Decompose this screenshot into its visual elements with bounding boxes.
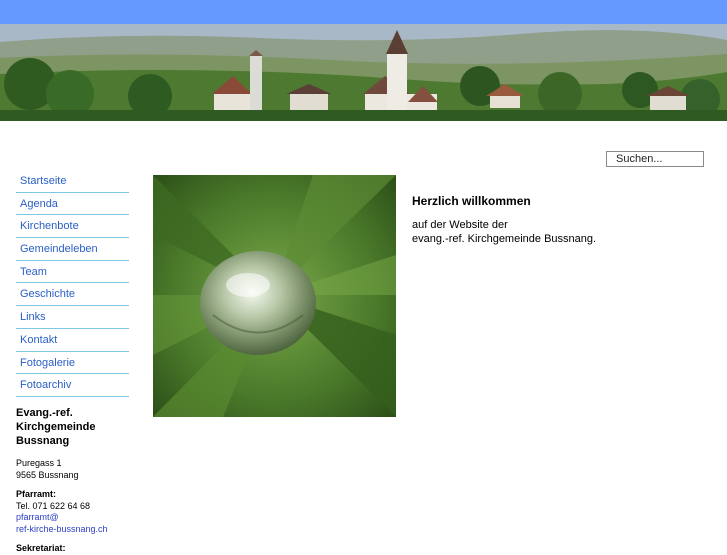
- nav-item-startseite[interactable]: Startseite: [16, 170, 129, 193]
- leaf-waterdrop-image: [153, 175, 396, 417]
- pfarramt-phone: Tel. 071 622 64 68: [16, 500, 91, 511]
- nav-item-kontakt[interactable]: Kontakt: [16, 329, 129, 352]
- top-bar: [0, 0, 727, 24]
- village-landscape-image: [0, 24, 727, 121]
- welcome-title: Herzlich willkommen: [412, 194, 531, 208]
- nav-item-fotoarchiv[interactable]: Fotoarchiv: [16, 374, 129, 397]
- welcome-text-line2: evang.-ref. Kirchgemeinde Bussnang.: [412, 233, 597, 245]
- search-input[interactable]: [606, 151, 704, 167]
- welcome-text-line1: auf der Website der: [412, 219, 508, 231]
- nav-item-links[interactable]: Links: [16, 306, 129, 329]
- city: 9565 Bussnang: [16, 469, 79, 480]
- organization-name-line1: Evang.-ref.: [16, 407, 73, 419]
- email-line2: ref-kirche-bussnang.ch: [16, 523, 108, 534]
- nav-item-agenda[interactable]: Agenda: [16, 193, 129, 216]
- nav-item-gemeindeleben[interactable]: Gemeindeleben: [16, 238, 129, 261]
- nav-item-fotogalerie[interactable]: Fotogalerie: [16, 352, 129, 375]
- welcome-section: Herzlich willkommen auf der Website der …: [412, 194, 712, 246]
- street: Puregass 1: [16, 458, 62, 468]
- nav-item-geschichte[interactable]: Geschichte: [16, 283, 129, 307]
- organization-name-line2: Kirchgemeinde Bussnang: [16, 421, 96, 447]
- contact-address: Evang.-ref. Kirchgemeinde Bussnang Pureg…: [16, 406, 146, 555]
- sidebar-nav: Startseite Agenda Kirchenbote Gemeindele…: [16, 170, 129, 397]
- pfarramt-heading: Pfarramt:: [16, 489, 57, 499]
- pfarramt-email-link[interactable]: pfarramt@ ref-kirche-bussnang.ch: [16, 512, 146, 535]
- nav-item-kirchenbote[interactable]: Kirchenbote: [16, 215, 129, 239]
- nav-item-team[interactable]: Team: [16, 261, 129, 284]
- organization-name: Evang.-ref. Kirchgemeinde Bussnang: [16, 406, 146, 448]
- email-line1: pfarramt@: [16, 512, 59, 522]
- postal-address: Puregass 1 9565 Bussnang: [16, 458, 146, 481]
- header-banner-image: [0, 24, 727, 121]
- pfarramt-block: Pfarramt: Tel. 071 622 64 68 pfarramt@ r…: [16, 489, 146, 535]
